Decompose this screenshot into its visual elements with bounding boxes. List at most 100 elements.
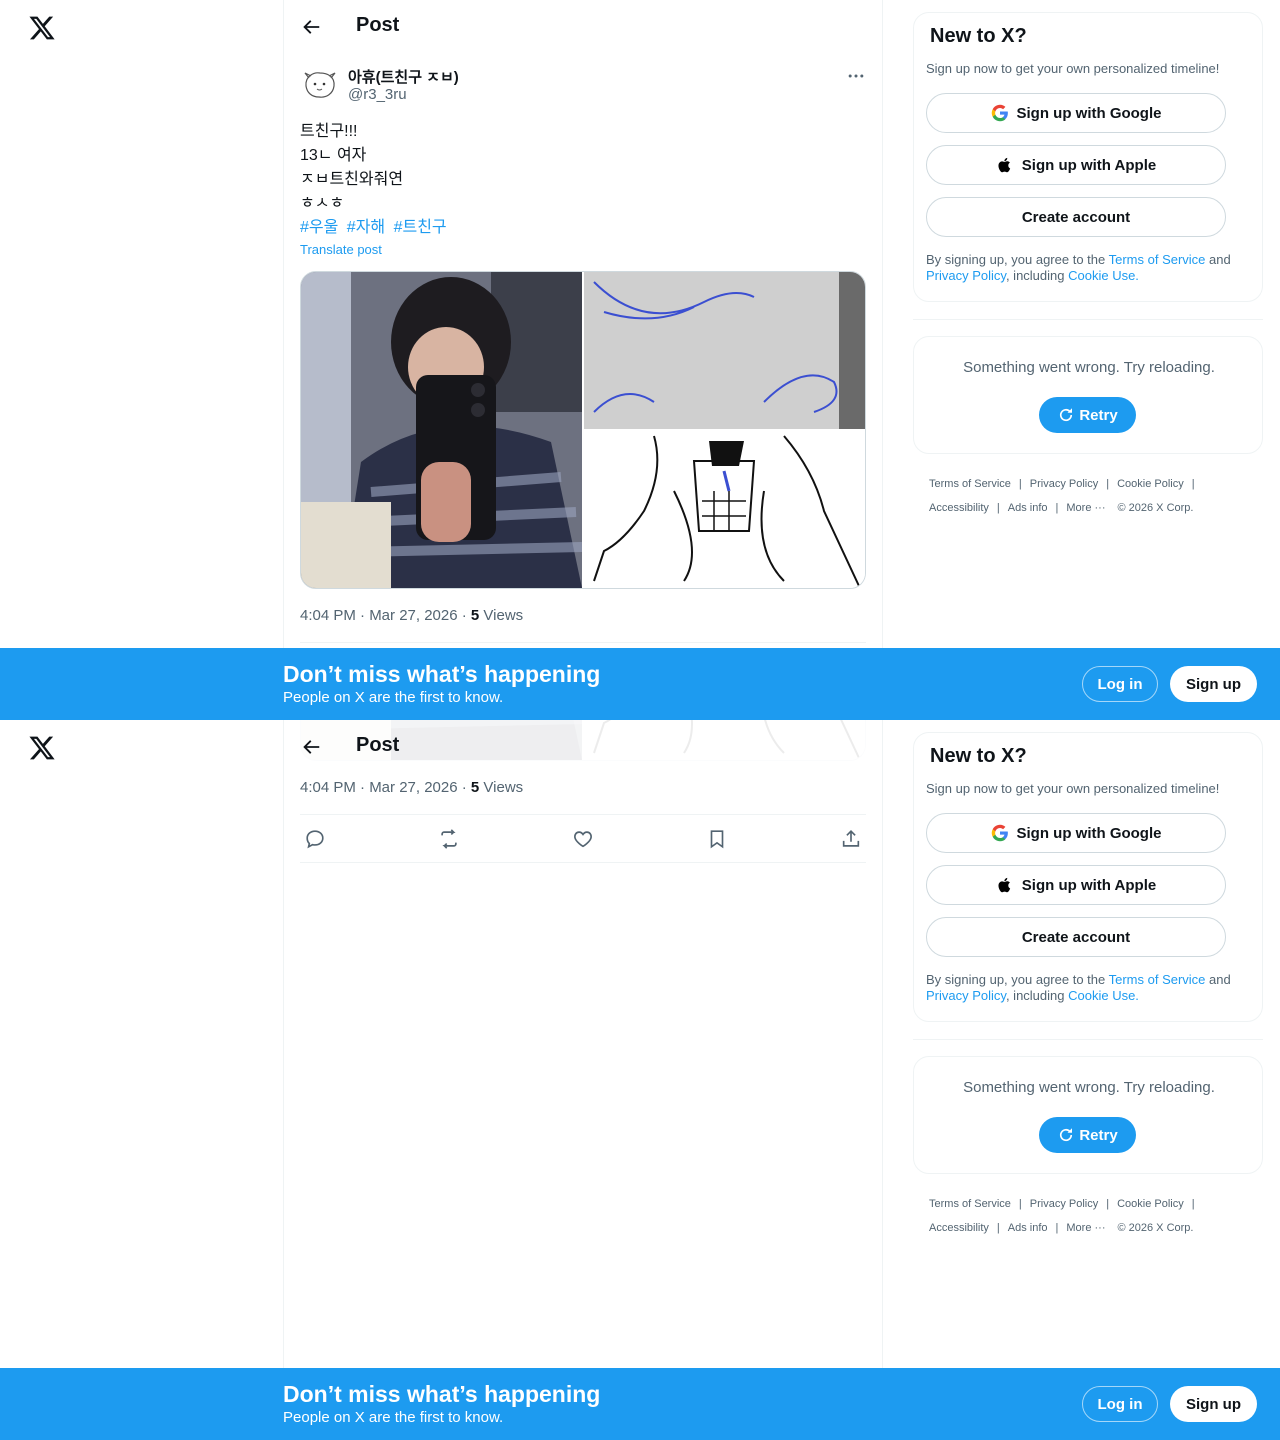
post-header: Post: [284, 0, 882, 54]
apple-icon: [996, 156, 1014, 174]
photo-selfie[interactable]: [301, 272, 582, 588]
retry-label: Retry: [1079, 406, 1118, 424]
signup-button[interactable]: Sign up: [1170, 1386, 1257, 1422]
footer-link-ads[interactable]: Ads info: [1008, 1216, 1048, 1240]
footer-separator: |: [1191, 1198, 1195, 1210]
hashtag-link[interactable]: #트친구: [394, 219, 447, 236]
cookie-use-link[interactable]: Cookie Use.: [1068, 268, 1139, 283]
retry-button[interactable]: Retry: [1039, 397, 1136, 433]
signup-apple-button[interactable]: Sign up with Apple: [926, 145, 1226, 185]
footer-separator: |: [1191, 478, 1195, 490]
create-account-button[interactable]: Create account: [926, 917, 1226, 957]
privacy-link[interactable]: Privacy Policy: [926, 988, 1006, 1003]
footer-link-terms[interactable]: Terms of Service: [929, 472, 1011, 496]
privacy-link[interactable]: Privacy Policy: [926, 268, 1006, 283]
cookie-use-link[interactable]: Cookie Use.: [1068, 988, 1139, 1003]
footer-link-cookie[interactable]: Cookie Policy: [1117, 472, 1184, 496]
error-message: Something went wrong. Try reloading.: [963, 1079, 1215, 1096]
footer-link-terms[interactable]: Terms of Service: [929, 1192, 1011, 1216]
post-text-line: ㅈㅂ트친와줘연: [300, 171, 404, 188]
error-card: Something went wrong. Try reloading. Ret…: [913, 336, 1263, 454]
display-name[interactable]: 아휴(트친구 ㅈㅂ): [348, 66, 459, 87]
more-options-icon[interactable]: [846, 66, 866, 86]
legal-and: and: [1205, 252, 1231, 267]
login-button[interactable]: Log in: [1082, 666, 1158, 702]
views-label: Views: [479, 607, 524, 624]
signup-card-subtitle: Sign up now to get your own personalized…: [926, 61, 1220, 76]
signup-apple-label: Sign up with Apple: [1021, 876, 1157, 894]
hashtag-link[interactable]: #자해: [347, 219, 385, 236]
bookmark-icon[interactable]: [706, 828, 728, 850]
footer-link-ads[interactable]: Ads info: [1008, 496, 1048, 520]
back-arrow-icon[interactable]: [300, 736, 322, 758]
footer-separator: |: [996, 1222, 1000, 1234]
like-icon[interactable]: [572, 828, 594, 850]
page-title: Post: [356, 14, 400, 36]
create-account-button[interactable]: Create account: [926, 197, 1226, 237]
footer-link-accessibility[interactable]: Accessibility: [929, 496, 989, 520]
terms-link[interactable]: Terms of Service: [1109, 972, 1206, 987]
photo-fabric-drawing[interactable]: [584, 272, 865, 429]
back-arrow-icon[interactable]: [300, 16, 322, 38]
reply-icon[interactable]: [304, 828, 326, 850]
post-actions: [300, 815, 866, 863]
copyright: © 2026 X Corp.: [1117, 502, 1194, 514]
banner-title: Don’t miss what’s happening: [283, 661, 601, 687]
signup-banner: Don’t miss what’s happening People on X …: [0, 1368, 1280, 1440]
legal-including: , including: [1005, 268, 1069, 283]
footer-nav: Terms of Service | Privacy Policy | Cookie P…: [929, 472, 1259, 520]
translate-post-link[interactable]: Translate post: [300, 242, 382, 257]
footer-separator: |: [1055, 502, 1059, 514]
terms-link[interactable]: Terms of Service: [1109, 252, 1206, 267]
divider: [300, 862, 866, 863]
legal-prefix: By signing up, you agree to the: [926, 972, 1109, 987]
views-count: 5: [470, 607, 480, 624]
signup-button[interactable]: Sign up: [1170, 666, 1257, 702]
photo-sketch[interactable]: [584, 431, 865, 588]
footer-link-accessibility[interactable]: Accessibility: [929, 1216, 989, 1240]
post-text-line: 트친구!!!: [300, 123, 358, 140]
footer-nav: Terms of Service | Privacy Policy | Cookie P…: [929, 1192, 1259, 1240]
footer-link-more[interactable]: More ···: [1066, 1216, 1105, 1240]
signup-card-title: New to X?: [930, 745, 1027, 767]
legal-prefix: By signing up, you agree to the: [926, 252, 1109, 267]
create-account-label: Create account: [1021, 928, 1131, 946]
login-button[interactable]: Log in: [1082, 1386, 1158, 1422]
post-timestamp[interactable]: 4:04 PM · Mar 27, 2026 ·: [300, 779, 471, 796]
media-grid: [300, 271, 866, 589]
signup-legal-text: By signing up, you agree to the Terms of…: [926, 972, 1250, 1004]
footer-link-privacy[interactable]: Privacy Policy: [1030, 472, 1098, 496]
retry-button[interactable]: Retry: [1039, 1117, 1136, 1153]
repost-icon[interactable]: [438, 828, 460, 850]
refresh-icon: [1060, 408, 1073, 422]
footer-separator: |: [1018, 478, 1022, 490]
signup-google-button[interactable]: Sign up with Google: [926, 813, 1226, 853]
footer-link-privacy[interactable]: Privacy Policy: [1030, 1192, 1098, 1216]
footer-link-cookie[interactable]: Cookie Policy: [1117, 1192, 1184, 1216]
post-header: Post: [284, 720, 882, 774]
banner-title: Don’t miss what’s happening: [283, 1381, 601, 1407]
post-text: 트친구!!! 13ㄴ 여자 ㅈㅂ트친와줘연 ㅎㅅㅎ: [300, 120, 403, 216]
signup-google-button[interactable]: Sign up with Google: [926, 93, 1226, 133]
footer-link-more[interactable]: More ···: [1066, 496, 1105, 520]
google-icon: [991, 824, 1009, 842]
signup-apple-button[interactable]: Sign up with Apple: [926, 865, 1226, 905]
hashtag-list: #우울 #자해 #트친구: [300, 216, 451, 240]
signup-card-title: New to X?: [930, 25, 1027, 47]
banner-subtitle: People on X are the first to know.: [283, 689, 504, 706]
post-text-line: 13ㄴ 여자: [300, 147, 367, 164]
footer-separator: |: [1106, 478, 1110, 490]
main-column: Post 아휴(트친구 ㅈㅂ) @r3_3ru 트친구!!! 13ㄴ 여자 ㅈㅂ…: [283, 0, 883, 720]
hashtag-link[interactable]: #우울: [300, 219, 338, 236]
views-count: 5: [470, 779, 480, 796]
x-logo-icon[interactable]: [28, 14, 56, 42]
share-icon[interactable]: [840, 828, 862, 850]
post-timestamp[interactable]: 4:04 PM · Mar 27, 2026 ·: [300, 607, 471, 624]
user-handle[interactable]: @r3_3ru: [348, 86, 407, 103]
x-logo-icon[interactable]: [28, 734, 56, 762]
viewport-top: Post 아휴(트친구 ㅈㅂ) @r3_3ru 트친구!!! 13ㄴ 여자 ㅈㅂ…: [0, 0, 1280, 720]
divider: [913, 319, 1263, 320]
avatar[interactable]: [300, 64, 340, 104]
copyright: © 2026 X Corp.: [1117, 1222, 1194, 1234]
signup-card-subtitle: Sign up now to get your own personalized…: [926, 781, 1220, 796]
